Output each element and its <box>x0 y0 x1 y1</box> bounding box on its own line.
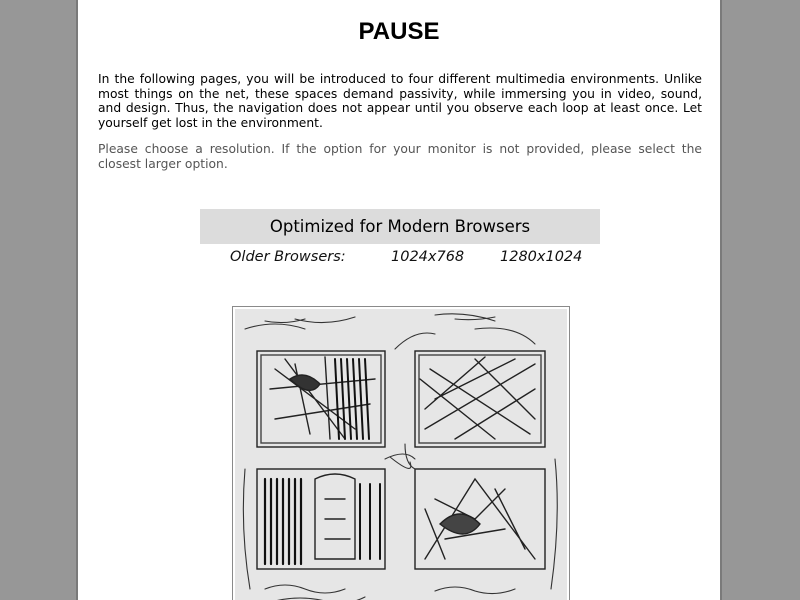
resolution-hint: Please choose a resolution. If the optio… <box>98 142 702 171</box>
storyboard-sketch-drawing <box>235 309 567 600</box>
older-browsers-label: Older Browsers: <box>230 249 346 265</box>
resolution-1280-link[interactable]: 1280x1024 <box>500 249 582 265</box>
content-page: PAUSE In the following pages, you will b… <box>76 0 722 600</box>
page-title: PAUSE <box>358 18 440 45</box>
resolution-1024-link[interactable]: 1024x768 <box>391 249 464 265</box>
optimized-browsers-button[interactable]: Optimized for Modern Browsers <box>200 209 600 244</box>
storyboard-sketch <box>232 306 570 600</box>
intro-paragraph: In the following pages, you will be intr… <box>98 72 702 130</box>
